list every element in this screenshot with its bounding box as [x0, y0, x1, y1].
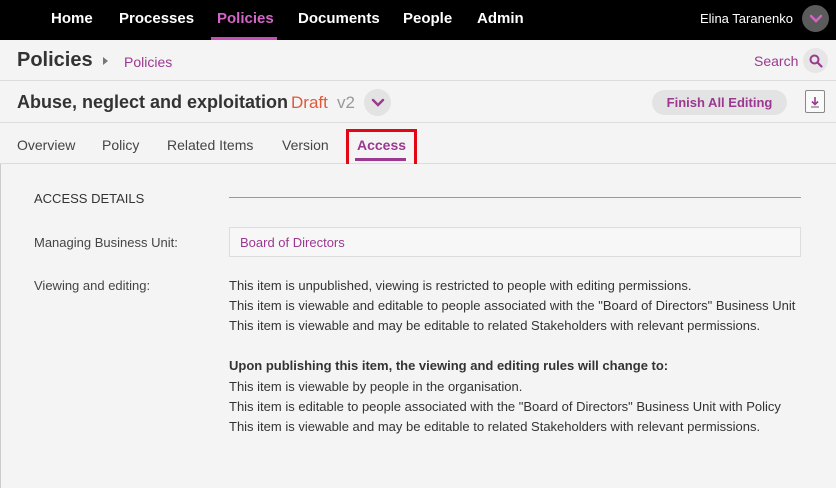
access-rule-publish-2: This item is editable to people associat…: [229, 399, 781, 414]
status-badge: Draft: [291, 93, 328, 112]
access-rule-publish-3: This item is viewable and may be editabl…: [229, 419, 761, 434]
user-name[interactable]: Elina Taranenko: [700, 0, 793, 37]
chevron-down-icon: [371, 98, 384, 107]
chevron-down-icon: [809, 14, 822, 23]
access-rule-current-1: This item is unpublished, viewing is res…: [229, 278, 692, 293]
search-button[interactable]: [803, 48, 828, 73]
section-title: ACCESS DETAILS: [34, 191, 145, 206]
nav-policies[interactable]: Policies: [217, 0, 274, 40]
breadcrumb-arrow-icon: [103, 57, 108, 65]
tab-overview[interactable]: Overview: [17, 137, 75, 153]
access-rule-current-2: This item is viewable and editable to pe…: [229, 298, 796, 313]
nav-admin[interactable]: Admin: [477, 0, 524, 40]
tab-version[interactable]: Version: [282, 137, 329, 153]
tab-related-items[interactable]: Related Items: [167, 137, 253, 153]
managing-business-unit-value[interactable]: Board of Directors: [240, 235, 345, 250]
access-rule-publish-1: This item is viewable by people in the o…: [229, 379, 523, 394]
nav-processes[interactable]: Processes: [119, 0, 194, 40]
version-label: v2: [337, 93, 355, 112]
download-icon: [811, 96, 819, 108]
download-button[interactable]: [805, 90, 825, 113]
search-icon: [809, 54, 823, 68]
user-menu-button[interactable]: [802, 5, 829, 32]
search-link[interactable]: Search: [754, 53, 798, 69]
page-title: Policies: [17, 49, 93, 71]
item-title: Abuse, neglect and exploitation: [17, 92, 289, 112]
nav-home[interactable]: Home: [51, 0, 93, 40]
section-divider: [229, 197, 801, 198]
nav-documents[interactable]: Documents: [298, 0, 380, 40]
managing-business-unit-label: Managing Business Unit:: [34, 235, 178, 250]
finish-all-editing-button[interactable]: Finish All Editing: [652, 90, 787, 115]
publish-rules-heading: Upon publishing this item, the viewing a…: [229, 358, 669, 373]
nav-people[interactable]: People: [403, 0, 452, 40]
access-rule-current-3: This item is viewable and may be editabl…: [229, 318, 761, 333]
version-dropdown-button[interactable]: [364, 89, 391, 116]
viewing-editing-label: Viewing and editing:: [34, 278, 151, 293]
highlight-box: [346, 129, 417, 169]
panel-edge: [0, 164, 1, 488]
tab-policy[interactable]: Policy: [102, 137, 139, 153]
breadcrumb-policies[interactable]: Policies: [124, 54, 172, 70]
